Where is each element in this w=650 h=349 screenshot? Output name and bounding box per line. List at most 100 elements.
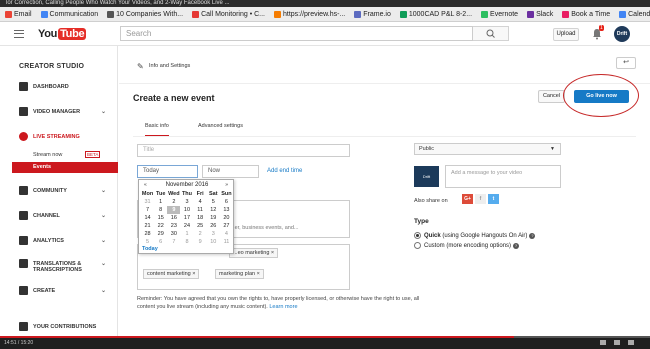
remove-tag-icon[interactable]: × xyxy=(257,271,260,277)
calendar-day[interactable]: 24 xyxy=(180,222,193,230)
calendar-day[interactable]: 23 xyxy=(167,222,180,230)
calendar-day[interactable]: 10 xyxy=(180,206,193,214)
bookmark-item[interactable]: 10 Companies With... xyxy=(107,10,183,18)
video-progress-bar[interactable] xyxy=(0,336,650,338)
bookmark-item[interactable]: Evernote xyxy=(481,10,518,18)
youtube-logo[interactable]: You Tube xyxy=(38,28,87,40)
calendar-day[interactable]: 22 xyxy=(154,222,167,230)
sidebar-item-channel[interactable]: CHANNEL ⌄ xyxy=(19,211,114,220)
message-input[interactable]: Add a message to your video xyxy=(445,165,561,188)
calendar-day[interactable]: 15 xyxy=(154,214,167,222)
calendar-day[interactable]: 28 xyxy=(141,230,154,238)
avatar[interactable]: Drift xyxy=(614,26,630,42)
calendar-day[interactable]: 13 xyxy=(220,206,233,214)
bookmark-item[interactable]: Communication xyxy=(40,10,98,18)
calendar-day[interactable]: 8 xyxy=(180,238,193,246)
sidebar-item-dashboard[interactable]: DASHBOARD xyxy=(19,82,114,91)
calendar-prev-button[interactable]: « xyxy=(144,180,147,190)
sidebar-item-create[interactable]: CREATE ⌄ xyxy=(19,286,114,295)
theater-icon[interactable] xyxy=(614,340,620,345)
remove-tag-icon[interactable]: × xyxy=(192,271,195,277)
menu-icon[interactable] xyxy=(14,30,24,38)
twitter-icon[interactable]: t xyxy=(488,194,499,204)
bookmark-item[interactable]: Slack xyxy=(527,10,553,18)
calendar-day[interactable]: 1 xyxy=(180,230,193,238)
sidebar-sub-events-row[interactable] xyxy=(12,162,118,173)
sidebar-sub-stream-now[interactable]: Stream now xyxy=(33,152,62,158)
calendar-day[interactable]: 20 xyxy=(220,214,233,222)
type-quick-option[interactable]: Quick (using Google Hangouts On Air) ? xyxy=(414,232,536,239)
calendar-day[interactable]: 27 xyxy=(220,222,233,230)
calendar-day[interactable]: 29 xyxy=(154,230,167,238)
calendar-day[interactable]: 4 xyxy=(220,230,233,238)
help-icon[interactable]: ? xyxy=(513,242,520,249)
tag-chip[interactable]: marketing plan × xyxy=(215,269,264,279)
calendar-day[interactable]: 7 xyxy=(141,206,154,214)
calendar-day[interactable]: 30 xyxy=(167,230,180,238)
calendar-day[interactable]: 5 xyxy=(141,238,154,246)
tag-chip[interactable]: ...eo marketing × xyxy=(229,248,279,258)
type-custom-option[interactable]: Custom (more encoding options) ? xyxy=(414,242,520,249)
sidebar-item-community[interactable]: COMMUNITY ⌄ xyxy=(19,186,114,195)
search-input[interactable]: Search xyxy=(120,26,473,41)
settings-icon[interactable] xyxy=(600,340,606,345)
calendar-day[interactable]: 2 xyxy=(194,230,207,238)
radio-quick[interactable] xyxy=(414,232,421,239)
tab-advanced-settings[interactable]: Advanced settings xyxy=(198,123,243,129)
bookmark-item[interactable]: Email xyxy=(5,10,32,18)
sidebar-item-analytics[interactable]: ANALYTICS ⌄ xyxy=(19,236,114,245)
privacy-select[interactable]: Public ▼ xyxy=(414,143,561,155)
calendar-day[interactable]: 6 xyxy=(220,198,233,206)
calendar-today-button[interactable]: Today xyxy=(142,246,158,252)
sidebar-item-video-manager[interactable]: VIDEO MANAGER ⌄ xyxy=(19,107,114,116)
bookmark-item[interactable]: Call Monitoring • C... xyxy=(192,10,265,18)
sidebar-item-contributions[interactable]: YOUR CONTRIBUTIONS xyxy=(19,322,114,331)
bookmark-item[interactable]: 1000CAD P&L 8-2... xyxy=(399,10,472,18)
help-icon[interactable]: ? xyxy=(529,232,536,239)
calendar-day[interactable]: 11 xyxy=(220,238,233,246)
bookmark-item[interactable]: Calendar xyxy=(619,10,650,18)
calendar-day[interactable]: 17 xyxy=(180,214,193,222)
calendar-day[interactable]: 16 xyxy=(167,214,180,222)
sidebar-item-live-streaming[interactable]: LIVE STREAMING xyxy=(19,132,114,141)
bookmark-item[interactable]: Frame.io xyxy=(354,10,391,18)
google-plus-icon[interactable]: G+ xyxy=(462,194,473,204)
date-input[interactable]: Today xyxy=(137,165,198,178)
calendar-day[interactable]: 9 xyxy=(167,206,181,214)
bookmark-item[interactable]: https://preview.hs-... xyxy=(274,10,345,18)
title-input[interactable]: Title xyxy=(137,144,350,157)
back-button[interactable]: ↩ xyxy=(616,57,636,69)
calendar-day[interactable]: 1 xyxy=(154,198,167,206)
calendar-day[interactable]: 9 xyxy=(194,238,207,246)
calendar-day[interactable]: 31 xyxy=(141,198,154,206)
calendar-day[interactable]: 25 xyxy=(194,222,207,230)
calendar-day[interactable]: 8 xyxy=(154,206,167,214)
calendar-day[interactable]: 10 xyxy=(207,238,220,246)
calendar-day[interactable]: 19 xyxy=(207,214,220,222)
fullscreen-icon[interactable] xyxy=(628,340,634,345)
calendar-day[interactable]: 26 xyxy=(207,222,220,230)
cancel-button[interactable]: Cancel xyxy=(538,90,565,103)
calendar-day[interactable]: 2 xyxy=(167,198,180,206)
tag-chip[interactable]: content marketing × xyxy=(143,269,200,279)
calendar-day[interactable]: 6 xyxy=(154,238,167,246)
calendar-day[interactable]: 5 xyxy=(207,198,220,206)
calendar-day[interactable]: 7 xyxy=(167,238,180,246)
facebook-icon[interactable]: f xyxy=(475,194,486,204)
calendar-day[interactable]: 14 xyxy=(141,214,154,222)
radio-custom[interactable] xyxy=(414,242,421,249)
calendar-day[interactable]: 3 xyxy=(207,230,220,238)
calendar-day[interactable]: 4 xyxy=(194,198,207,206)
calendar-next-button[interactable]: » xyxy=(225,180,228,190)
calendar-day[interactable]: 3 xyxy=(180,198,193,206)
calendar-day[interactable]: 12 xyxy=(207,206,220,214)
learn-more-link[interactable]: Learn more xyxy=(269,304,297,310)
bookmark-item[interactable]: Book a Time xyxy=(562,10,610,18)
calendar-day[interactable]: 11 xyxy=(194,206,207,214)
calendar-day[interactable]: 21 xyxy=(141,222,154,230)
time-input[interactable]: Now xyxy=(202,165,259,178)
search-button[interactable] xyxy=(473,26,509,41)
tab-basic-info[interactable]: Basic info xyxy=(145,123,169,137)
calendar-day[interactable]: 18 xyxy=(194,214,207,222)
upload-button[interactable]: Upload xyxy=(553,28,579,41)
